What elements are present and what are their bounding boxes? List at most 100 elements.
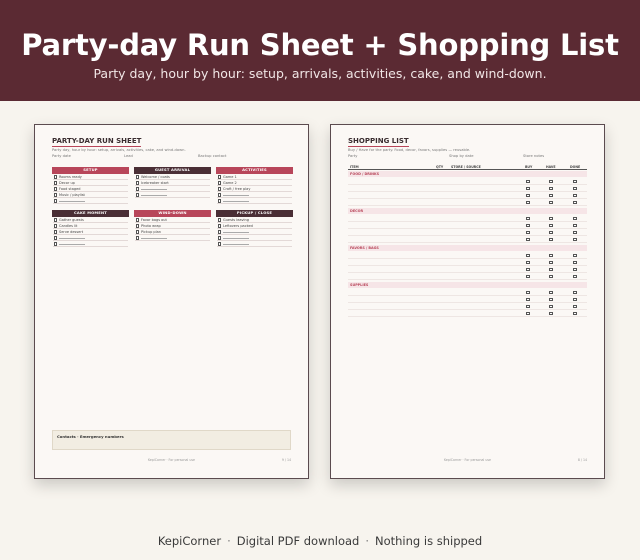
meta-store-notes: Store notes <box>523 154 545 158</box>
checkbox[interactable] <box>573 200 577 205</box>
checklist-row <box>135 235 210 241</box>
shopping-row <box>348 252 587 259</box>
checkbox[interactable] <box>549 260 553 265</box>
checkbox[interactable] <box>573 311 577 316</box>
checkbox[interactable] <box>573 304 577 309</box>
checkbox[interactable] <box>573 186 577 191</box>
checkbox[interactable] <box>218 230 222 234</box>
checkbox[interactable] <box>136 218 140 222</box>
checkbox[interactable] <box>218 187 222 191</box>
checkbox[interactable] <box>526 290 530 295</box>
checkbox[interactable] <box>54 224 58 228</box>
shopping-row <box>348 259 587 266</box>
blank-line[interactable] <box>141 186 167 190</box>
checkbox[interactable] <box>573 274 577 279</box>
checkbox[interactable] <box>218 181 222 185</box>
checkbox[interactable] <box>549 186 553 191</box>
checkbox[interactable] <box>218 236 222 240</box>
checkbox[interactable] <box>526 186 530 191</box>
checkbox[interactable] <box>526 267 530 272</box>
checklist-item-label: Favor bags out <box>141 218 167 222</box>
col-store-source: STORE / SOURCE <box>451 165 481 169</box>
checkbox[interactable] <box>54 199 58 203</box>
checkbox[interactable] <box>573 253 577 258</box>
checkbox[interactable] <box>526 216 530 221</box>
checklist-item-label: Gather guests <box>59 218 84 222</box>
checkbox[interactable] <box>526 237 530 242</box>
box-title: PICKUP / CLOSE <box>216 210 293 217</box>
checkbox[interactable] <box>573 179 577 184</box>
blank-line[interactable] <box>59 235 85 239</box>
checkbox[interactable] <box>573 267 577 272</box>
checkbox[interactable] <box>54 242 58 246</box>
checkbox[interactable] <box>136 181 140 185</box>
checkbox[interactable] <box>526 311 530 316</box>
checkbox[interactable] <box>549 216 553 221</box>
blank-line[interactable] <box>223 235 249 239</box>
checkbox[interactable] <box>218 175 222 179</box>
checkbox[interactable] <box>54 187 58 191</box>
blank-line[interactable] <box>223 192 249 196</box>
checkbox[interactable] <box>136 224 140 228</box>
checkbox[interactable] <box>54 218 58 222</box>
checkbox[interactable] <box>526 297 530 302</box>
checkbox[interactable] <box>549 304 553 309</box>
blank-line[interactable] <box>59 241 85 245</box>
checkbox[interactable] <box>573 223 577 228</box>
checkbox[interactable] <box>54 175 58 179</box>
blank-line[interactable] <box>59 198 85 202</box>
checkbox[interactable] <box>218 193 222 197</box>
checkbox[interactable] <box>549 193 553 198</box>
checkbox[interactable] <box>549 179 553 184</box>
checkbox[interactable] <box>54 230 58 234</box>
checkbox[interactable] <box>573 297 577 302</box>
checkbox[interactable] <box>549 267 553 272</box>
checkbox[interactable] <box>549 237 553 242</box>
checkbox[interactable] <box>549 274 553 279</box>
checkbox[interactable] <box>573 237 577 242</box>
shopping-list-page: SHOPPING LIST Buy / Have for the party. … <box>330 124 605 479</box>
checkbox[interactable] <box>136 187 140 191</box>
checkbox[interactable] <box>526 304 530 309</box>
checkbox[interactable] <box>573 216 577 221</box>
blank-line[interactable] <box>223 241 249 245</box>
checkbox[interactable] <box>136 175 140 179</box>
checkbox[interactable] <box>526 230 530 235</box>
blank-line[interactable] <box>223 229 249 233</box>
box-title: CAKE MOMENT <box>52 210 129 217</box>
checkbox[interactable] <box>526 223 530 228</box>
checkbox[interactable] <box>218 242 222 246</box>
checkbox[interactable] <box>54 181 58 185</box>
checkbox[interactable] <box>218 218 222 222</box>
checkbox[interactable] <box>136 230 140 234</box>
checkbox[interactable] <box>54 193 58 197</box>
blank-line[interactable] <box>223 198 249 202</box>
checkbox[interactable] <box>549 297 553 302</box>
checklist-item-label: Leftovers packed <box>223 224 253 228</box>
checkbox[interactable] <box>526 274 530 279</box>
checkbox[interactable] <box>526 193 530 198</box>
blank-line[interactable] <box>141 192 167 196</box>
checkbox[interactable] <box>526 179 530 184</box>
checkbox[interactable] <box>218 199 222 203</box>
checkbox[interactable] <box>549 230 553 235</box>
checklist-row <box>135 192 210 198</box>
checkbox[interactable] <box>549 253 553 258</box>
checkbox[interactable] <box>573 230 577 235</box>
checklist-row <box>53 198 128 204</box>
checkbox[interactable] <box>526 260 530 265</box>
checkbox[interactable] <box>573 290 577 295</box>
checkbox[interactable] <box>573 260 577 265</box>
checkbox[interactable] <box>526 253 530 258</box>
checkbox[interactable] <box>549 200 553 205</box>
checkbox[interactable] <box>573 193 577 198</box>
checkbox[interactable] <box>549 223 553 228</box>
checkbox[interactable] <box>136 193 140 197</box>
checkbox[interactable] <box>549 290 553 295</box>
checkbox[interactable] <box>54 236 58 240</box>
blank-line[interactable] <box>141 235 167 239</box>
checkbox[interactable] <box>549 311 553 316</box>
checkbox[interactable] <box>526 200 530 205</box>
checkbox[interactable] <box>218 224 222 228</box>
checkbox[interactable] <box>136 236 140 240</box>
